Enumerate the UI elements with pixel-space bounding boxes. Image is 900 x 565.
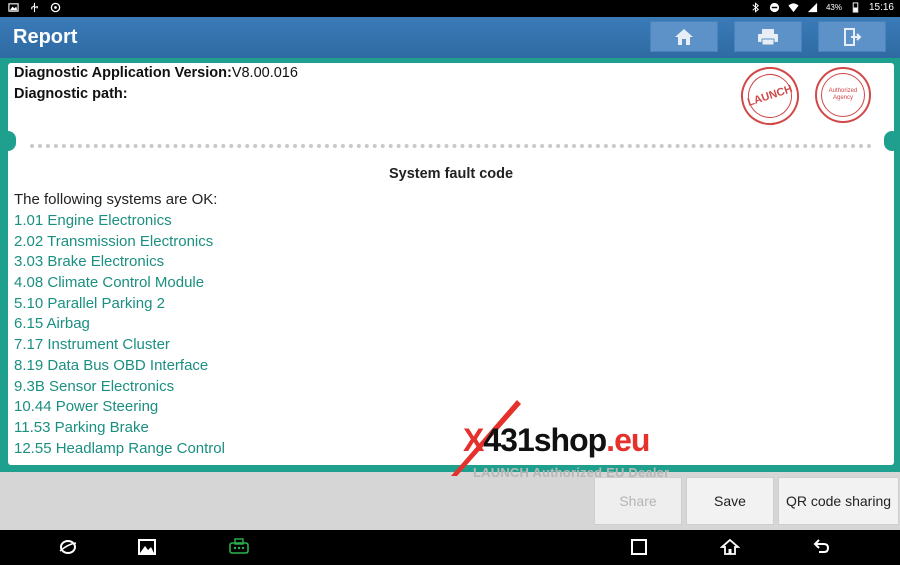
page-title: Report — [13, 26, 78, 48]
version-value: V8.00.016 — [231, 65, 298, 81]
ok-systems-label: The following systems are OK: — [14, 191, 218, 208]
exit-icon — [844, 27, 862, 46]
home-nav-icon[interactable] — [720, 538, 740, 556]
save-button[interactable]: Save — [686, 477, 774, 525]
usb-icon — [31, 2, 38, 13]
settings-icon — [50, 2, 61, 13]
path-label: Diagnostic path: — [14, 86, 128, 102]
list-item: 2.02 Transmission Electronics — [14, 232, 214, 250]
list-item: 3.03 Brake Electronics — [14, 253, 165, 271]
path-line: Diagnostic path: — [14, 86, 128, 102]
browser-icon[interactable] — [58, 538, 78, 556]
signal-icon — [807, 2, 818, 13]
right-notch — [884, 131, 900, 151]
vci-icon[interactable] — [228, 538, 250, 556]
list-item: 10.44 Power Steering — [14, 398, 159, 416]
ok-systems-list: 1.01 Engine Electronics 2.02 Transmissio… — [14, 211, 225, 459]
authorized-agency-stamp: Authorized Agency — [815, 67, 871, 123]
section-title: System fault code — [388, 166, 514, 182]
authorized-stamp-text: Authorized Agency — [828, 88, 858, 101]
exit-button[interactable] — [818, 21, 886, 52]
qr-code-sharing-button[interactable]: QR code sharing — [778, 477, 899, 525]
list-item: 9.3B Sensor Electronics — [14, 377, 175, 395]
clock: 15:16 — [868, 2, 894, 13]
list-item: 6.15 Airbag — [14, 315, 90, 333]
brand-431: 431 — [483, 422, 534, 458]
watermark-tagline: LAUNCH Authorized EU Dealer — [473, 465, 670, 480]
home-icon — [675, 28, 693, 45]
image-icon — [8, 3, 19, 12]
watermark-brand: X431shop.eu — [463, 422, 650, 459]
list-item: 1.01 Engine Electronics — [14, 212, 172, 229]
battery-percent: 43% — [825, 3, 842, 12]
home-button[interactable] — [650, 21, 718, 52]
list-item: 11.53 Parking Brake — [14, 418, 149, 436]
share-button[interactable]: Share — [594, 477, 682, 525]
battery-icon — [852, 2, 859, 13]
print-button[interactable] — [734, 21, 802, 52]
back-icon[interactable] — [811, 538, 831, 556]
launch-stamp: LAUNCH — [733, 59, 807, 133]
watermark: X431shop.eu LAUNCH Authorized EU Dealer — [445, 400, 705, 480]
launch-stamp-text: LAUNCH — [746, 83, 794, 109]
list-item: 5.10 Parallel Parking 2 — [14, 294, 165, 312]
print-icon — [758, 28, 778, 45]
list-item: 12.55 Headlamp Range Control — [14, 439, 225, 457]
dnd-icon — [769, 2, 780, 13]
status-bar: 43% 15:16 — [0, 0, 900, 17]
version-line: Diagnostic Application Version:V8.00.016 — [14, 65, 298, 81]
list-item: 4.08 Climate Control Module — [14, 274, 205, 292]
navigation-bar — [0, 530, 900, 565]
recents-icon[interactable] — [629, 538, 649, 556]
bluetooth-icon — [752, 2, 759, 13]
list-item: 8.19 Data Bus OBD Interface — [14, 356, 209, 374]
gallery-icon[interactable] — [137, 538, 157, 556]
title-bar: Report — [0, 17, 900, 58]
list-item: 7.17 Instrument Cluster — [14, 336, 170, 354]
brand-shop: shop — [533, 422, 607, 458]
action-bar: Share Save QR code sharing — [0, 472, 900, 530]
left-notch — [0, 131, 16, 151]
wifi-icon — [788, 3, 799, 13]
brand-eu: .eu — [606, 422, 650, 458]
dotted-divider — [30, 144, 872, 148]
brand-x: X — [463, 422, 484, 458]
version-label: Diagnostic Application Version: — [14, 65, 232, 81]
